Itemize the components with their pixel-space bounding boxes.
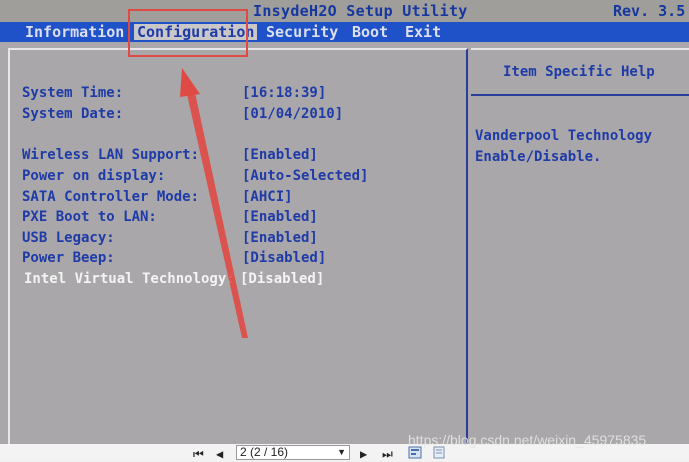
page-select-value: 2 (2 / 16) [240, 445, 289, 459]
last-page-icon[interactable]: ⏭ [382, 447, 393, 462]
bios-screen: InsydeH2O Setup Utility Rev. 3.5 Informa… [0, 0, 689, 444]
annotation-arrow [180, 68, 248, 338]
next-page-icon[interactable]: ▶ [360, 447, 367, 461]
chevron-down-icon: ▼ [337, 447, 346, 457]
previous-page-icon[interactable]: ◀ [216, 447, 223, 461]
watermark-text: https://blog.csdn.net/weixin_45975835 [408, 432, 647, 448]
first-page-icon[interactable]: ⏮ [193, 447, 204, 462]
page-select[interactable]: 2 (2 / 16) ▼ [236, 445, 350, 460]
